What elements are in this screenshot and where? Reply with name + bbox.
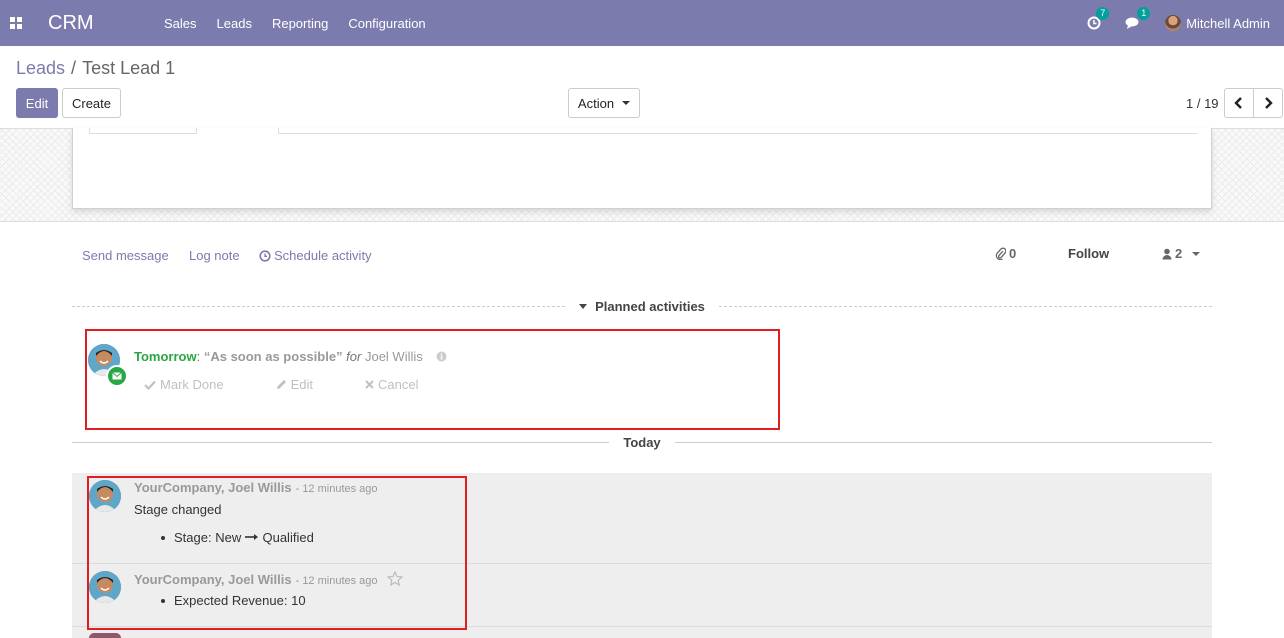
planned-activities-title: Planned activities xyxy=(595,299,705,314)
log-note-button[interactable]: Log note xyxy=(189,248,240,263)
menu-item-reporting[interactable]: Reporting xyxy=(262,16,338,31)
pager-next-button[interactable] xyxy=(1253,88,1283,118)
chevron-right-icon xyxy=(1265,97,1273,109)
breadcrumb-separator: / xyxy=(71,58,77,78)
planned-activities-separator[interactable]: Planned activities xyxy=(72,299,1213,314)
caret-down-icon xyxy=(622,101,631,105)
highlight-box-messages xyxy=(87,476,467,630)
caret-down-icon xyxy=(579,304,588,309)
caret-down-icon xyxy=(1192,251,1201,256)
top-navbar: CRM Sales Leads Reporting Configuration … xyxy=(0,0,1284,46)
systray: 7 1 Mitchell Admin xyxy=(1087,0,1284,46)
form-sheet xyxy=(72,128,1212,209)
activity-menu[interactable]: 7 xyxy=(1087,7,1110,30)
today-label: Today xyxy=(623,435,661,450)
pager-value[interactable]: 1 / 19 xyxy=(1186,96,1219,111)
separator-line xyxy=(674,442,1213,443)
notebook-tab-active[interactable] xyxy=(197,128,279,134)
schedule-activity-button[interactable]: Schedule activity xyxy=(259,248,372,263)
menu-item-sales[interactable]: Sales xyxy=(154,16,207,31)
message-avatar[interactable] xyxy=(89,633,121,638)
breadcrumb-leads[interactable]: Leads xyxy=(16,58,65,79)
breadcrumb-current: Test Lead 1 xyxy=(82,58,176,78)
pager-previous-button[interactable] xyxy=(1224,88,1254,118)
action-label: Action xyxy=(577,95,615,111)
app-brand[interactable]: CRM xyxy=(48,12,136,35)
followers-button[interactable]: 2 xyxy=(1162,246,1201,261)
planned-activities-toggle[interactable]: Planned activities xyxy=(565,299,719,314)
separator-line xyxy=(72,442,610,443)
separator-line xyxy=(72,306,566,307)
edit-button[interactable]: Edit xyxy=(16,88,58,118)
user-name: Mitchell Admin xyxy=(1186,15,1270,31)
followers-count: 2 xyxy=(1175,246,1183,261)
clock-icon xyxy=(259,249,271,262)
attachments-count: 0 xyxy=(1009,246,1017,261)
menu-item-leads[interactable]: Leads xyxy=(207,16,262,31)
user-menu[interactable]: Mitchell Admin xyxy=(1165,15,1270,31)
chevron-left-icon xyxy=(1234,97,1242,109)
menu-item-configuration[interactable]: Configuration xyxy=(338,16,435,31)
main-menu: Sales Leads Reporting Configuration xyxy=(154,16,436,31)
user-avatar xyxy=(1165,15,1182,31)
paperclip-icon xyxy=(995,247,1006,260)
apps-menu-icon[interactable] xyxy=(0,0,32,46)
send-message-button[interactable]: Send message xyxy=(82,248,169,263)
attachments-button[interactable]: 0 xyxy=(995,246,1016,261)
breadcrumb: Leads / Test Lead 1 xyxy=(16,58,175,79)
follow-button[interactable]: Follow xyxy=(1068,246,1109,261)
action-dropdown[interactable]: Action xyxy=(568,88,640,118)
create-button[interactable]: Create xyxy=(62,88,121,118)
schedule-activity-label: Schedule activity xyxy=(274,248,372,263)
today-separator: Today xyxy=(72,435,1213,450)
message-count-badge: 1 xyxy=(1137,7,1151,20)
activity-count-badge: 7 xyxy=(1096,7,1110,20)
separator-line xyxy=(718,306,1213,307)
highlight-box-activity xyxy=(85,329,780,430)
user-icon xyxy=(1162,248,1172,259)
messaging-menu[interactable]: 1 xyxy=(1125,7,1151,30)
